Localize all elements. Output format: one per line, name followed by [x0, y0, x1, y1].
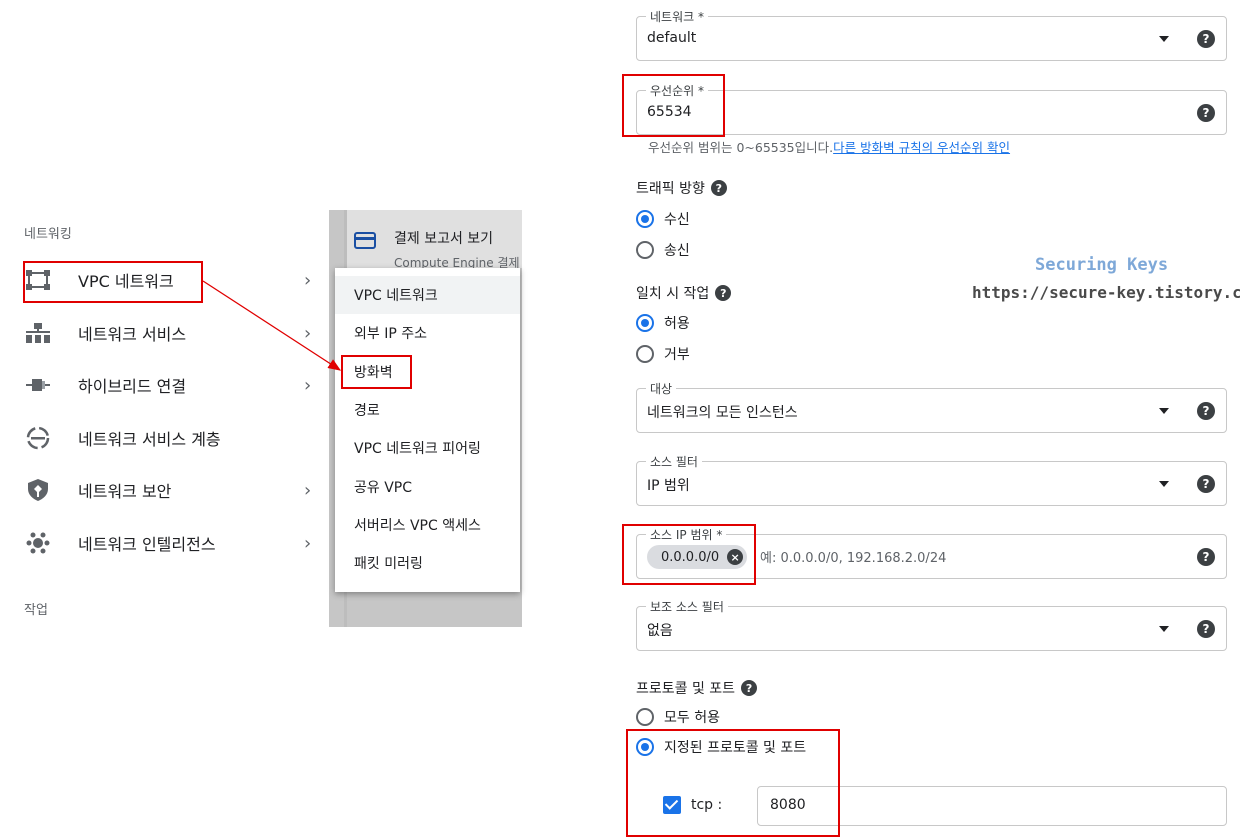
hybrid-connectivity-icon: [24, 371, 52, 399]
nav-item-label: 네트워크 서비스: [78, 325, 187, 344]
chevron-right-icon: ›: [304, 322, 312, 344]
network-services-icon: [24, 319, 52, 347]
nav-item-network-intelligence[interactable]: 네트워크 인텔리전스 ›: [24, 523, 324, 563]
radio-deny[interactable]: 거부: [636, 344, 690, 364]
radio-ingress[interactable]: 수신: [636, 209, 690, 229]
vpc-submenu: VPC 네트워크 외부 IP 주소 방화벽 경로 VPC 네트워크 피어링 공유…: [335, 268, 520, 592]
direction-title: 트래픽 방향 ?: [636, 178, 727, 198]
credit-card-icon: [354, 232, 376, 249]
dropdown-arrow-icon[interactable]: [1159, 36, 1169, 42]
second-source-filter-select[interactable]: 보조 소스 필터 없음 ?: [636, 598, 1227, 651]
radio-label: 송신: [664, 243, 690, 259]
network-intelligence-icon: [24, 529, 52, 557]
nav-section-operations: 작업: [24, 603, 48, 618]
radio-unchecked-icon: [636, 345, 654, 363]
nav-item-network-services[interactable]: 네트워크 서비스 ›: [24, 313, 324, 353]
dropdown-arrow-icon[interactable]: [1159, 481, 1169, 487]
submenu-item-vpc-peering[interactable]: VPC 네트워크 피어링: [354, 438, 481, 458]
protocols-title-text: 프로토콜 및 포트: [636, 681, 736, 697]
targets-label: 대상: [646, 380, 677, 397]
radio-egress[interactable]: 송신: [636, 240, 690, 260]
action-title-text: 일치 시 작업: [636, 286, 710, 302]
priority-rules-link[interactable]: 다른 방화벽 규칙의 우선순위 확인: [833, 140, 1010, 155]
radio-unchecked-icon: [636, 708, 654, 726]
source-ip-placeholder: 예: 0.0.0.0/0, 192.168.2.0/24: [760, 551, 947, 566]
nav-section-networking: 네트워킹: [24, 227, 72, 242]
source-filter-select[interactable]: 소스 필터 IP 범위 ?: [636, 453, 1227, 506]
radio-label: 수신: [664, 212, 690, 228]
watermark-url: https://secure-key.tistory.com: [972, 283, 1240, 302]
submenu-item-vpc-network[interactable]: VPC 네트워크: [354, 285, 438, 305]
dropdown-arrow-icon[interactable]: [1159, 408, 1169, 414]
annotation-box-protocols: [626, 729, 840, 837]
dropdown-arrow-icon[interactable]: [1159, 626, 1169, 632]
annotation-box-source-ip: [622, 524, 756, 585]
radio-label: 허용: [664, 316, 690, 332]
targets-select[interactable]: 대상 네트워크의 모든 인스턴스 ?: [636, 380, 1227, 433]
chevron-right-icon: ›: [304, 532, 312, 554]
submenu-item-serverless-vpc[interactable]: 서버리스 VPC 액세스: [354, 515, 481, 535]
billing-card-title: 결제 보고서 보기: [394, 231, 494, 247]
network-tiers-icon: [24, 424, 52, 452]
second-filter-value: 없음: [647, 623, 673, 639]
nav-item-label: 네트워크 보안: [78, 482, 172, 501]
submenu-item-routes[interactable]: 경로: [354, 400, 380, 420]
help-icon[interactable]: ?: [741, 680, 758, 696]
priority-hint-text: 우선순위 범위는 0~65535입니다.: [648, 140, 834, 155]
annotation-box-vpc-network: [23, 261, 203, 303]
radio-allow[interactable]: 허용: [636, 313, 690, 333]
network-label: 네트워크 *: [646, 8, 708, 25]
nav-item-label: 네트워크 서비스 계층: [78, 430, 221, 449]
chevron-right-icon: ›: [304, 269, 312, 291]
nav-item-network-security[interactable]: 네트워크 보안 ›: [24, 470, 324, 510]
submenu-item-shared-vpc[interactable]: 공유 VPC: [354, 477, 412, 497]
action-title: 일치 시 작업 ?: [636, 283, 732, 303]
nav-item-network-tiers[interactable]: 네트워크 서비스 계층: [24, 418, 324, 458]
source-filter-value: IP 범위: [647, 478, 690, 494]
help-icon[interactable]: ?: [1197, 402, 1215, 420]
radio-checked-icon: [636, 314, 654, 332]
radio-unchecked-icon: [636, 241, 654, 259]
help-icon[interactable]: ?: [710, 180, 727, 196]
nav-item-label: 네트워크 인텔리전스: [78, 535, 216, 554]
nav-item-label: 하이브리드 연결: [78, 377, 187, 396]
priority-hint: 우선순위 범위는 0~65535입니다.다른 방화벽 규칙의 우선순위 확인: [648, 137, 1010, 156]
radio-allow-all[interactable]: 모두 허용: [636, 707, 720, 727]
radio-label: 모두 허용: [664, 710, 720, 726]
direction-title-text: 트래픽 방향: [636, 181, 705, 197]
protocols-title: 프로토콜 및 포트 ?: [636, 678, 758, 698]
help-icon[interactable]: ?: [1197, 548, 1215, 566]
help-icon[interactable]: ?: [1197, 104, 1215, 122]
help-icon[interactable]: ?: [1197, 30, 1215, 48]
chevron-right-icon: ›: [304, 479, 312, 501]
network-value: default: [647, 30, 697, 46]
network-select[interactable]: 네트워크 * default ?: [636, 8, 1227, 61]
chevron-right-icon: ›: [304, 374, 312, 396]
targets-value: 네트워크의 모든 인스턴스: [647, 405, 798, 421]
help-icon[interactable]: ?: [715, 285, 732, 301]
radio-checked-icon: [636, 210, 654, 228]
nav-item-hybrid-connectivity[interactable]: 하이브리드 연결 ›: [24, 365, 324, 405]
radio-label: 거부: [664, 347, 690, 363]
second-filter-label: 보조 소스 필터: [646, 598, 728, 615]
watermark-title: Securing Keys: [1035, 255, 1169, 275]
help-icon[interactable]: ?: [1197, 620, 1215, 638]
network-security-icon: [24, 476, 52, 504]
submenu-item-external-ip[interactable]: 외부 IP 주소: [354, 323, 427, 343]
submenu-item-packet-mirroring[interactable]: 패킷 미러링: [354, 553, 423, 573]
source-filter-label: 소스 필터: [646, 453, 702, 470]
annotation-box-firewall: [341, 355, 412, 389]
help-icon[interactable]: ?: [1197, 475, 1215, 493]
annotation-box-priority: [622, 74, 725, 137]
